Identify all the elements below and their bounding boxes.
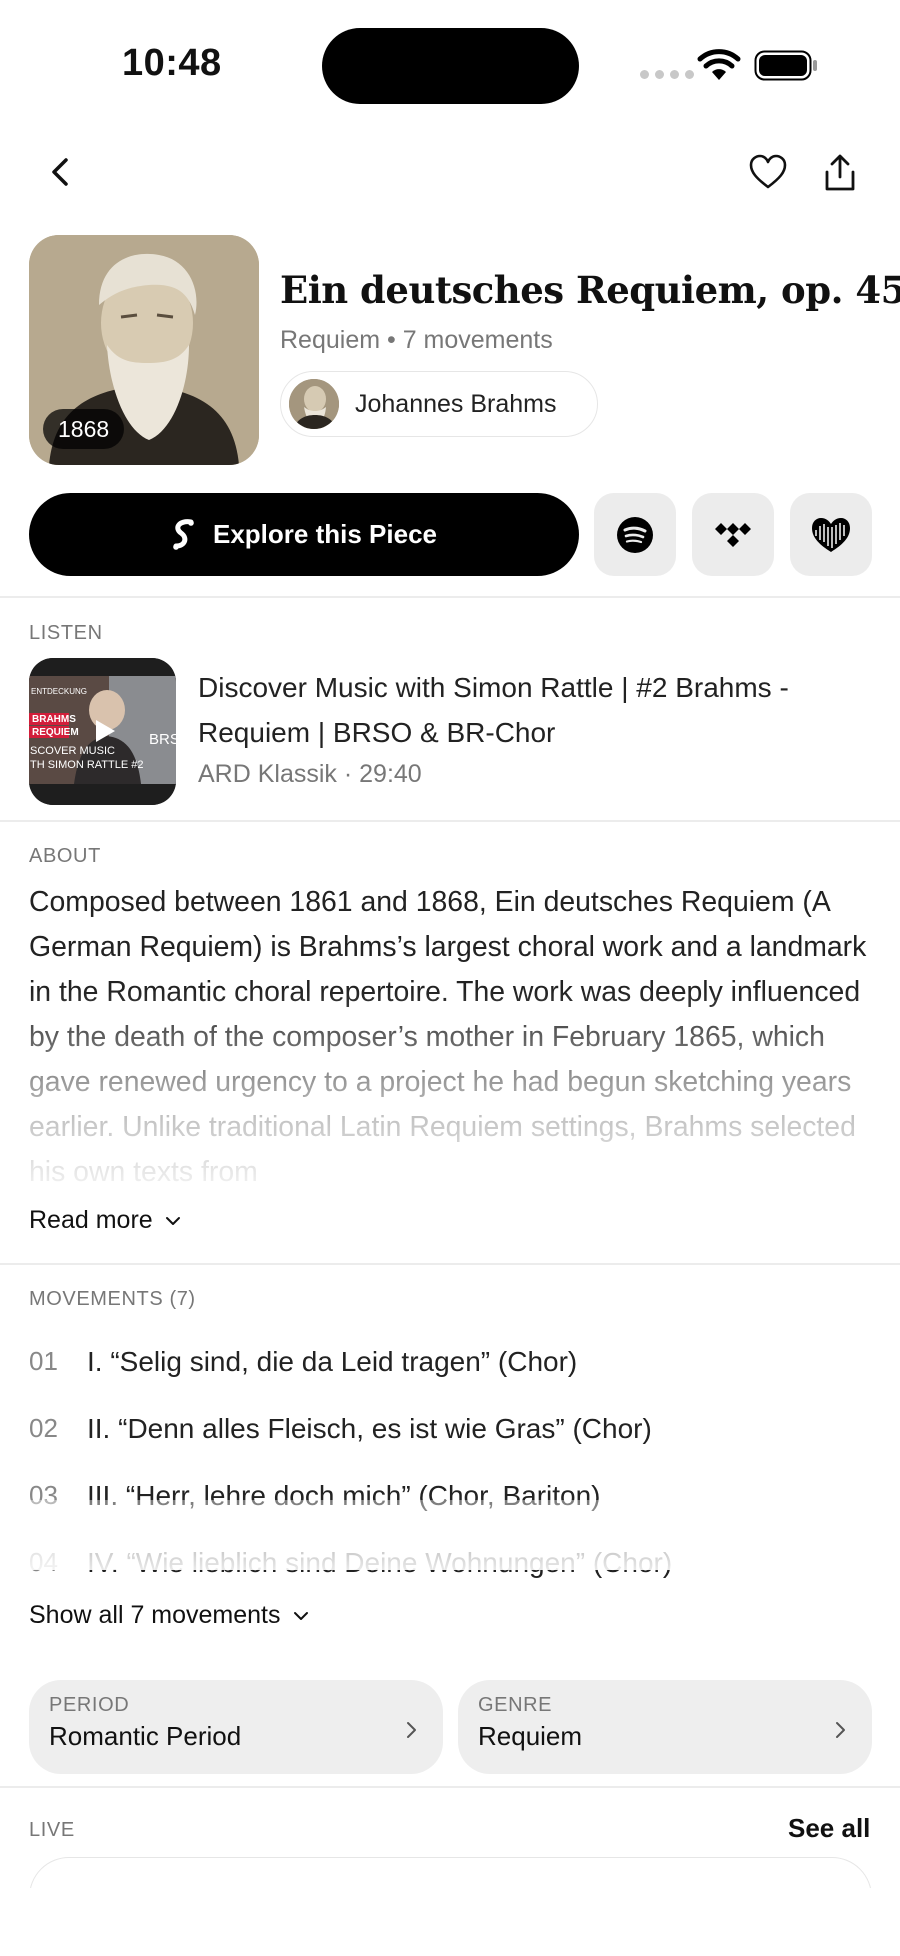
period-tag-label: PERIOD: [49, 1694, 130, 1716]
movement-number: 01: [29, 1346, 58, 1376]
section-divider: [0, 1263, 900, 1265]
composer-name: Johannes Brahms: [355, 389, 557, 418]
tidal-icon: [715, 522, 751, 547]
thumb-text-line: BRS: [149, 731, 176, 748]
explore-piece-button[interactable]: Explore this Piece: [29, 493, 579, 576]
dynamic-island: [322, 28, 579, 104]
read-more-label: Read more: [29, 1206, 153, 1234]
listen-section-label: LISTEN: [29, 622, 103, 644]
status-time: 10:48: [122, 42, 222, 84]
genre-tag-label: GENRE: [478, 1694, 553, 1716]
section-divider: [0, 1786, 900, 1788]
show-all-movements-label: Show all 7 movements: [29, 1601, 281, 1629]
movement-row[interactable]: 02 II. “Denn alles Fleisch, es ist wie G…: [29, 1395, 874, 1462]
back-chevron-icon[interactable]: [40, 152, 80, 192]
favorite-heart-icon[interactable]: [748, 153, 788, 193]
tidal-button[interactable]: [692, 493, 774, 576]
status-bar: 10:48: [0, 0, 900, 130]
see-all-live-button[interactable]: See all: [788, 1813, 870, 1844]
share-icon[interactable]: [820, 153, 860, 193]
thumb-text-line: BRAHMS: [32, 714, 76, 725]
genre-tag-value: Requiem: [478, 1721, 583, 1751]
deezer-icon: [812, 517, 850, 552]
composer-avatar: [289, 379, 339, 429]
battery-icon: [754, 50, 817, 81]
thumb-text-line: REQUIEM: [32, 727, 79, 738]
chevron-down-icon: [165, 1216, 180, 1225]
period-tag-card[interactable]: PERIOD Romantic Period: [29, 1680, 443, 1774]
video-thumbnail[interactable]: ENTDECKUNG BRAHMS REQUIEM SCOVER MUSIC T…: [29, 658, 176, 805]
live-section-label: LIVE: [29, 1819, 75, 1841]
video-title[interactable]: Discover Music with Simon Rattle | #2 Br…: [198, 665, 878, 755]
piece-title: Ein deutsches Requiem, op. 45: [280, 268, 900, 312]
genre-tag-card[interactable]: GENRE Requiem: [458, 1680, 872, 1774]
movement-title: I. “Selig sind, die da Leid tragen” (Cho…: [87, 1345, 578, 1377]
thumb-text-line: SCOVER MUSIC: [30, 745, 115, 757]
composer-portrait-image: 1868: [29, 235, 259, 465]
video-meta: ARD Klassik · 29:40: [198, 760, 422, 788]
year-badge: 1868: [43, 409, 125, 449]
period-tag-value: Romantic Period: [49, 1721, 242, 1751]
piece-meta: Requiem • 7 movements: [280, 326, 553, 354]
movement-row[interactable]: 01 I. “Selig sind, die da Leid tragen” (…: [29, 1328, 874, 1395]
composer-chip[interactable]: Johannes Brahms: [280, 371, 598, 437]
deezer-button[interactable]: [790, 493, 872, 576]
section-divider: [0, 820, 900, 822]
movement-title: II. “Denn alles Fleisch, es ist wie Gras…: [87, 1412, 652, 1444]
read-more-button[interactable]: Read more: [29, 1206, 181, 1235]
explore-piece-label: Explore this Piece: [213, 519, 437, 549]
movements-section-label: MOVEMENTS (7): [29, 1288, 196, 1310]
svg-text:ENTDECKUNG: ENTDECKUNG: [31, 687, 87, 696]
chevron-right-icon: [836, 1722, 845, 1738]
thumb-text-line: TH SIMON RATTLE #2: [30, 759, 143, 771]
section-divider: [0, 596, 900, 598]
show-all-movements-button[interactable]: Show all 7 movements: [29, 1601, 309, 1630]
bottom-fade: [0, 1888, 900, 1956]
movement-number: 02: [29, 1413, 58, 1443]
chevron-down-icon: [293, 1611, 308, 1620]
chevron-right-icon: [407, 1722, 416, 1738]
cellular-signal-icon: [640, 70, 694, 79]
about-text-fade: [0, 990, 900, 1190]
wifi-icon: [697, 49, 741, 80]
movements-fade: [0, 1500, 900, 1570]
about-section-label: ABOUT: [29, 845, 101, 867]
app-logo-icon: [173, 518, 194, 550]
spotify-button[interactable]: [594, 493, 676, 576]
spotify-icon: [617, 516, 653, 553]
